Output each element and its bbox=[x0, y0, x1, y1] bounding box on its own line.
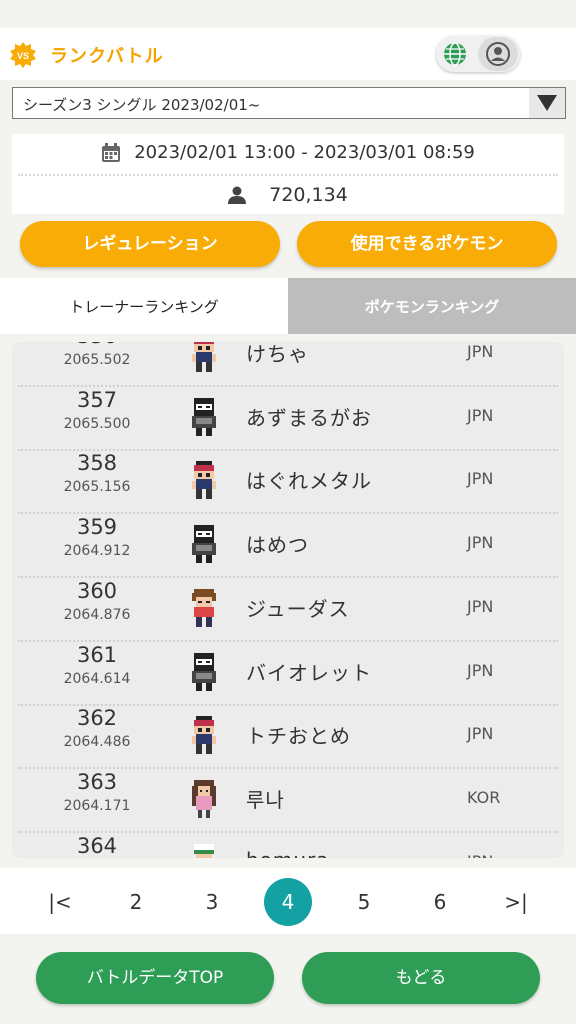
vs-badge-text: VS bbox=[17, 51, 29, 61]
last-page-button[interactable]: >| bbox=[492, 878, 540, 926]
country-code: JPN bbox=[467, 342, 494, 361]
usable-pokemon-button[interactable]: 使用できるポケモン bbox=[297, 221, 557, 267]
trainer-sprite-icon bbox=[188, 342, 220, 374]
country-code: KOR bbox=[467, 787, 501, 807]
rank-number: 361 bbox=[76, 642, 118, 667]
rating-value: 2064.486 bbox=[63, 734, 131, 751]
trainer-sprite-icon bbox=[188, 652, 220, 693]
user-toggle[interactable] bbox=[478, 37, 518, 71]
page-3-button[interactable]: 3 bbox=[188, 878, 236, 926]
rank-number: 359 bbox=[76, 515, 118, 540]
rating-value: 2065.500 bbox=[63, 415, 131, 432]
period-row: 2023/02/01 13:00 - 2023/03/01 08:59 bbox=[12, 142, 564, 168]
rank-number: 363 bbox=[76, 769, 118, 794]
trainer-name: homura bbox=[246, 848, 330, 858]
rank-number: 358 bbox=[76, 451, 118, 476]
globe-icon[interactable] bbox=[442, 41, 468, 67]
ranking-row[interactable]: 362 2064.486 トチおとめ JPN bbox=[12, 704, 564, 770]
season-select-value: シーズン3 シングル 2023/02/01~ bbox=[23, 96, 261, 114]
season-period: 2023/02/01 13:00 - 2023/03/01 08:59 bbox=[134, 142, 475, 163]
rating-value: 2065.502 bbox=[63, 352, 131, 368]
ranking-row[interactable]: 363 2064.171 루나 KOR bbox=[12, 768, 564, 833]
trainer-name: トチおとめ bbox=[246, 724, 351, 749]
ranking-row[interactable]: 356 2065.502 けちゃ JPN bbox=[12, 342, 564, 387]
trainer-sprite-icon bbox=[188, 397, 220, 438]
trainer-name: はめつ bbox=[246, 533, 309, 558]
country-code: JPN bbox=[467, 533, 494, 553]
rating-value: 2064.171 bbox=[63, 797, 131, 814]
trainer-name: ジューダス bbox=[246, 596, 350, 621]
trainer-sprite-icon bbox=[188, 716, 220, 756]
divider bbox=[18, 174, 558, 176]
triangle-down-icon bbox=[537, 95, 557, 111]
rating-value: 2064.912 bbox=[63, 543, 131, 560]
rank-number: 364 bbox=[76, 833, 118, 858]
app-header: VS ランクバトル bbox=[0, 28, 576, 80]
ranking-row[interactable]: 357 2065.500 あずまるがお JPN bbox=[12, 386, 564, 451]
ranking-row[interactable]: 361 2064.614 バイオレット JPN bbox=[12, 641, 564, 706]
page-title: ランクバトル bbox=[50, 46, 164, 67]
battle-data-top-button[interactable]: バトルデータTOP bbox=[36, 952, 274, 1004]
pagination: |< 2 3 4 5 6 >| bbox=[0, 868, 576, 934]
rank-number: 362 bbox=[76, 706, 118, 731]
back-button[interactable]: もどる bbox=[302, 952, 540, 1004]
trainer-sprite-icon bbox=[188, 588, 220, 629]
ranking-row[interactable]: 358 2065.156 はぐれメタル JPN bbox=[12, 449, 564, 515]
participants-row: 720,134 bbox=[12, 184, 564, 206]
rank-number: 356 bbox=[52, 342, 142, 348]
trainer-name: けちゃ bbox=[246, 342, 309, 366]
trainer-sprite-icon bbox=[188, 525, 220, 565]
user-icon bbox=[486, 42, 510, 66]
country-code: JPN bbox=[467, 724, 494, 744]
season-select[interactable]: シーズン3 シングル 2023/02/01~ bbox=[12, 87, 566, 119]
country-code: JPN bbox=[467, 596, 494, 616]
view-toggle[interactable] bbox=[436, 36, 520, 72]
footer-actions: バトルデータTOP もどる bbox=[0, 934, 576, 1024]
trainer-name: あずまるがお bbox=[246, 405, 372, 430]
country-code: JPN bbox=[467, 660, 494, 680]
trainer-sprite-icon bbox=[188, 843, 220, 858]
page-6-button[interactable]: 6 bbox=[416, 878, 464, 926]
ranking-tabs: トレーナーランキング ポケモンランキング bbox=[0, 278, 576, 334]
rating-value: 2064.614 bbox=[63, 670, 131, 687]
country-code: JPN bbox=[467, 852, 493, 858]
country-code: JPN bbox=[467, 469, 494, 489]
trainer-sprite-icon bbox=[188, 779, 220, 820]
rating-value: 2065.156 bbox=[63, 479, 131, 496]
rank-number: 360 bbox=[76, 578, 118, 603]
page-4-button-current[interactable]: 4 bbox=[264, 878, 312, 926]
page-2-button[interactable]: 2 bbox=[112, 878, 160, 926]
tab-trainer-ranking[interactable]: トレーナーランキング bbox=[0, 278, 288, 334]
rating-value: 2064.876 bbox=[63, 606, 131, 623]
page-5-button[interactable]: 5 bbox=[340, 878, 388, 926]
vs-badge-icon: VS bbox=[10, 42, 36, 68]
tab-pokemon-ranking[interactable]: ポケモンランキング bbox=[288, 278, 576, 334]
trainer-sprite-icon bbox=[188, 461, 220, 501]
participant-count: 720,134 bbox=[269, 184, 348, 206]
regulation-button[interactable]: レギュレーション bbox=[20, 221, 280, 267]
calendar-icon bbox=[102, 142, 121, 162]
trainer-name: はぐれメタル bbox=[246, 469, 372, 494]
person-icon bbox=[228, 186, 247, 204]
first-page-button[interactable]: |< bbox=[36, 878, 84, 926]
ranking-row[interactable]: 364 homura JPN bbox=[12, 832, 564, 858]
rank-number: 357 bbox=[76, 387, 118, 412]
country-code: JPN bbox=[467, 405, 494, 425]
trainer-name: バイオレット bbox=[246, 660, 372, 685]
ranking-list[interactable]: 3562065.502けちゃJPN3572065.500あずまるがおJPN358… bbox=[12, 342, 564, 858]
season-select-arrow[interactable] bbox=[529, 88, 565, 118]
season-info-card: 2023/02/01 13:00 - 2023/03/01 08:59 720,… bbox=[12, 134, 564, 214]
ranking-row[interactable]: 359 2064.912 はめつ JPN bbox=[12, 513, 564, 579]
trainer-name: 루나 bbox=[246, 787, 285, 812]
ranking-row[interactable]: 360 2064.876 ジューダス JPN bbox=[12, 577, 564, 642]
